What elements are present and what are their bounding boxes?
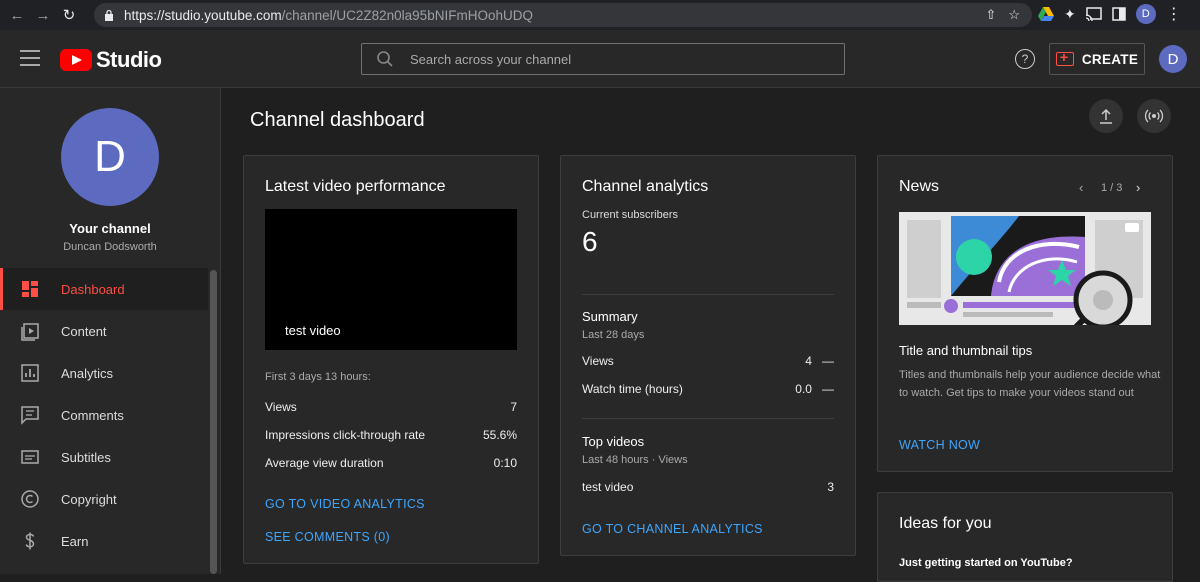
studio-logo[interactable]: Studio	[60, 47, 162, 73]
sidebar-item-label: Earn	[61, 533, 89, 549]
top-videos-period: Last 48 hours · Views	[582, 454, 688, 466]
channel-title: Your channel	[69, 221, 151, 236]
news-headline: Title and thumbnail tips	[899, 343, 1033, 358]
subtitles-icon	[21, 450, 39, 464]
page-title: Channel dashboard	[250, 109, 425, 131]
divider	[582, 294, 834, 295]
news-body: Titles and thumbnails help your audience…	[899, 369, 1161, 399]
sidebar-item-comments[interactable]: Comments	[0, 394, 208, 436]
summary-period: Last 28 days	[582, 329, 645, 341]
summary-title: Summary	[582, 309, 638, 324]
card-title: Channel analytics	[582, 178, 709, 195]
stat-row: Views 7	[265, 400, 517, 414]
period-label: First 3 days 13 hours:	[265, 371, 371, 383]
cast-icon[interactable]	[1085, 7, 1102, 21]
watch-now-link[interactable]: WATCH NOW	[899, 438, 980, 452]
dashboard-icon	[22, 281, 38, 297]
search-icon	[377, 51, 393, 67]
forward-icon[interactable]: →	[30, 2, 56, 28]
sidebar-item-analytics[interactable]: Analytics	[0, 352, 208, 394]
ideas-subtitle: Just getting started on YouTube?	[899, 557, 1073, 569]
divider	[582, 418, 834, 419]
news-pager: 1 / 3	[1101, 182, 1123, 194]
profile-avatar[interactable]: D	[1135, 4, 1156, 24]
sidebar-scrollbar[interactable]	[210, 270, 217, 574]
studio-header: Studio ? CREATE D	[0, 30, 1200, 88]
video-title: test video	[285, 323, 341, 338]
latest-video-card: Latest video performance test video Firs…	[243, 155, 539, 564]
sidebar-item-label: Subtitles	[61, 449, 111, 465]
account-avatar[interactable]: D	[1159, 45, 1187, 73]
sidebar-item-dashboard[interactable]: Dashboard	[0, 268, 208, 310]
see-comments-link[interactable]: SEE COMMENTS (0)	[265, 530, 390, 544]
extensions-icon[interactable]: ✦	[1064, 6, 1076, 23]
menu-icon[interactable]	[20, 50, 40, 66]
go-to-video-analytics-link[interactable]: GO TO VIDEO ANALYTICS	[265, 497, 425, 511]
earn-icon	[25, 532, 35, 550]
channel-avatar[interactable]: D	[61, 108, 159, 206]
create-video-icon	[1055, 49, 1074, 66]
summary-row: Views 4 —	[582, 354, 834, 368]
search-input[interactable]	[410, 51, 810, 67]
create-label: CREATE	[1081, 51, 1139, 67]
address-bar[interactable]: https://studio.youtube.com/channel/UC2Z8…	[94, 3, 1032, 27]
video-thumbnail[interactable]: test video	[265, 209, 517, 350]
share-icon[interactable]: ⇧	[985, 7, 996, 23]
lock-icon	[105, 9, 113, 21]
sidebar-item-copyright[interactable]: Copyright	[0, 478, 208, 520]
ideas-card: Ideas for you Just getting started on Yo…	[877, 492, 1173, 582]
sidebar-item-label: Dashboard	[61, 281, 125, 297]
top-videos-title: Top videos	[582, 434, 645, 449]
news-illustration[interactable]	[899, 212, 1151, 325]
copyright-icon	[21, 490, 39, 508]
sidepanel-icon[interactable]	[1111, 7, 1126, 21]
upload-icon	[1100, 108, 1112, 124]
search-box[interactable]	[361, 43, 845, 75]
content-icon	[21, 323, 39, 341]
stat-row: Impressions click-through rate 55.6%	[265, 428, 517, 442]
sidebar-item-label: Analytics	[61, 365, 114, 381]
help-icon[interactable]: ?	[1015, 49, 1035, 69]
channel-name: Duncan Dodsworth	[63, 241, 157, 253]
subscriber-count: 6	[582, 226, 598, 257]
sidebar-item-subtitles[interactable]: Subtitles	[0, 436, 208, 478]
chevron-right-icon[interactable]: ›	[1136, 180, 1140, 195]
sidebar-item-label: Content	[61, 323, 107, 339]
reload-icon[interactable]: ↻	[56, 2, 82, 28]
chevron-left-icon[interactable]: ‹	[1079, 180, 1083, 195]
card-title: Ideas for you	[899, 515, 992, 532]
news-card: News ‹ 1 / 3 › Title and thumbnail tips …	[877, 155, 1173, 472]
summary-row: Watch time (hours) 0.0 —	[582, 382, 834, 396]
card-title: News	[899, 178, 940, 195]
sidebar-item-label: Copyright	[61, 491, 117, 507]
subscribers-label: Current subscribers	[582, 209, 678, 221]
drive-icon[interactable]	[1038, 7, 1054, 21]
top-video-row[interactable]: test video 3	[582, 480, 834, 494]
comments-icon	[21, 406, 39, 425]
channel-analytics-card: Channel analytics Current subscribers 6 …	[560, 155, 856, 556]
sidebar-item-content[interactable]: Content	[0, 310, 208, 352]
url-text: https://studio.youtube.com/channel/UC2Z8…	[124, 7, 533, 23]
sidebar-nav: Dashboard Content Analytics Comments Sub…	[0, 268, 208, 562]
stat-row: Average view duration 0:10	[265, 456, 517, 470]
go-to-channel-analytics-link[interactable]: GO TO CHANNEL ANALYTICS	[582, 522, 763, 536]
back-icon[interactable]: ←	[4, 2, 30, 28]
card-title: Latest video performance	[265, 178, 446, 195]
browser-toolbar: ← → ↻ https://studio.youtube.com/channel…	[0, 0, 1200, 30]
youtube-play-icon	[60, 49, 92, 71]
analytics-icon	[21, 364, 39, 382]
live-icon	[1144, 109, 1164, 123]
create-button[interactable]: CREATE	[1049, 43, 1145, 75]
upload-button[interactable]	[1089, 99, 1123, 133]
go-live-button[interactable]	[1137, 99, 1171, 133]
sidebar-item-label: Comments	[61, 407, 124, 423]
sidebar-item-earn[interactable]: Earn	[0, 520, 208, 562]
more-menu-icon[interactable]: ⋮	[1166, 4, 1182, 24]
sidebar: D Your channel Duncan Dodsworth Dashboar…	[0, 88, 221, 574]
bookmark-star-icon[interactable]: ☆	[1008, 7, 1020, 23]
logo-text: Studio	[96, 47, 162, 72]
